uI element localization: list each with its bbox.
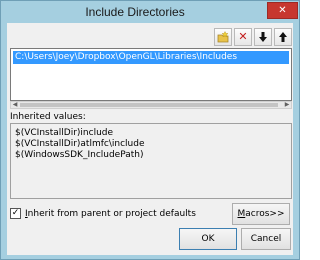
scroll-right-icon[interactable]: ▶ [283,102,291,108]
close-icon: ✕ [278,5,287,16]
scroll-left-icon[interactable]: ◀ [11,102,19,108]
new-line-button[interactable] [214,28,232,46]
cancel-button[interactable]: Cancel [241,228,291,250]
inherit-label-text: nherit from parent or project defaults [27,209,196,219]
inherit-checkbox[interactable]: ✓ [10,208,21,219]
list-item[interactable]: C:\Users\Joey\Dropbox\OpenGL\Libraries\I… [13,51,289,64]
macros-button[interactable]: Macros>> [232,203,290,225]
close-button[interactable]: ✕ [267,2,298,19]
dialog-client-area: ✕ C:\Users\Joey\Dropbox\OpenGL\Libraries… [7,23,293,255]
inherit-checkbox-label[interactable]: Inherit from parent or project defaults [25,208,196,220]
macros-label: acros>> [245,209,285,219]
delete-button[interactable]: ✕ [234,28,252,46]
inherited-value: $(WindowsSDK_IncludePath) [15,150,144,160]
horizontal-scrollbar[interactable]: ◀ ▶ [10,101,292,109]
inherited-value: $(VCInstallDir)include [15,128,114,138]
list-item-value: C:\Users\Joey\Dropbox\OpenGL\Libraries\I… [15,52,238,62]
scroll-thumb[interactable] [20,103,278,107]
inherited-value: $(VCInstallDir)atlmfc\include [15,139,145,149]
dialog-window: Include Directories ✕ ✕ C:\Users\Joey\Dr… [0,0,300,260]
move-up-button[interactable] [274,28,292,46]
delete-icon: ✕ [238,30,248,43]
checkmark-icon: ✓ [11,208,20,218]
ok-button[interactable]: OK [179,228,237,250]
window-title: Include Directories [85,5,185,19]
move-down-button[interactable] [254,28,272,46]
arrow-down-icon [259,32,267,42]
inherited-values-label: Inherited values: [10,112,86,122]
arrow-up-icon [279,32,287,42]
title-bar[interactable]: Include Directories ✕ [1,1,299,23]
inherited-values-box: $(VCInstallDir)include $(VCInstallDir)at… [10,123,292,199]
directory-list[interactable]: C:\Users\Joey\Dropbox\OpenGL\Libraries\I… [10,48,292,101]
new-line-icon [217,31,229,43]
